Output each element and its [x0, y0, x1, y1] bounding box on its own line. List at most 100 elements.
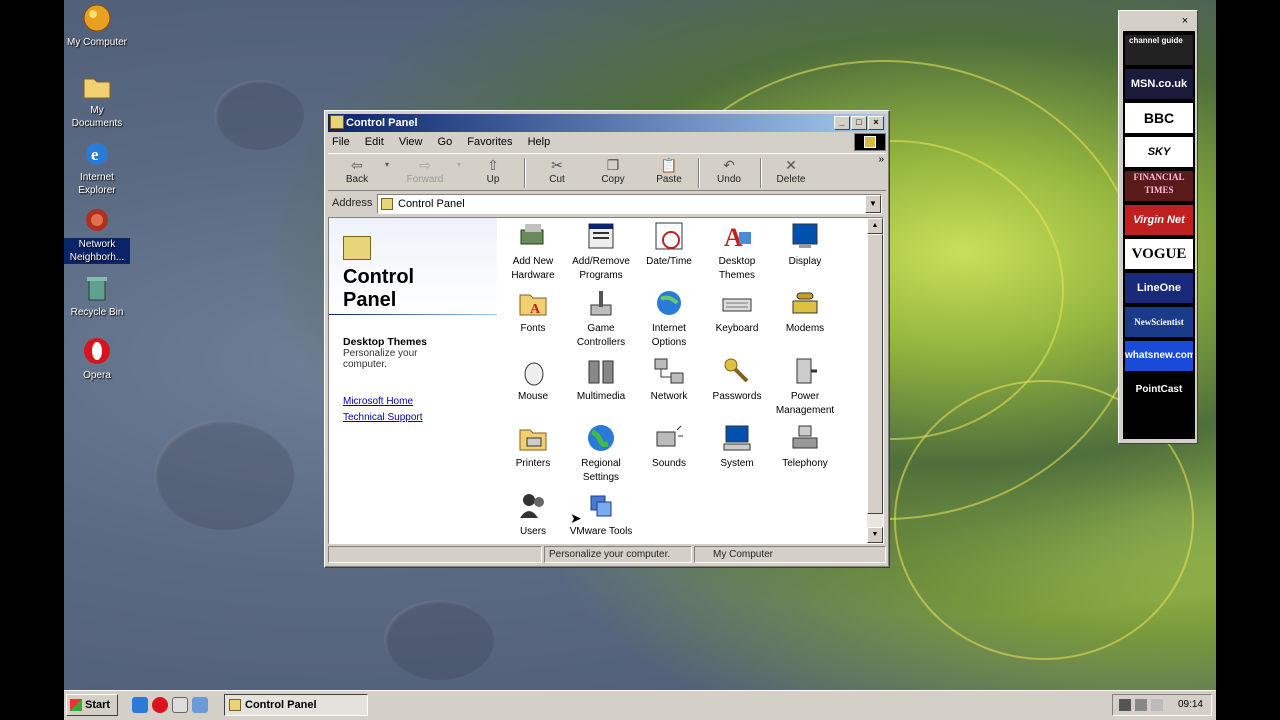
channel-label: NewScientist — [1134, 317, 1184, 327]
channel-whatsnew[interactable]: whatsnew.com — [1125, 341, 1193, 371]
cut-button[interactable]: ✂ Cut — [530, 156, 584, 185]
title-bar[interactable]: Control Panel _ □ × — [328, 114, 886, 132]
item-modems[interactable]: Modems — [771, 285, 839, 336]
item-date-time[interactable]: Date/Time — [635, 218, 703, 269]
toolbar-overflow-chevron[interactable]: » — [878, 154, 884, 165]
item-label: Multimedia — [576, 391, 626, 402]
menu-edit[interactable]: Edit — [365, 136, 384, 148]
quicklaunch-show-desktop-icon[interactable] — [172, 697, 188, 713]
address-field[interactable]: Control Panel ▼ — [377, 194, 882, 214]
channel-bar-close-icon[interactable]: × — [1179, 15, 1191, 27]
desktop-icon-network-neighborhood[interactable]: Network Neighborh... — [64, 204, 130, 264]
undo-button[interactable]: ↶ Undo — [702, 156, 756, 185]
mouse-icon — [517, 355, 549, 387]
item-network[interactable]: Network — [635, 353, 703, 404]
item-sounds[interactable]: Sounds — [635, 420, 703, 471]
item-fonts[interactable]: A Fonts — [499, 285, 567, 336]
add-hardware-icon — [517, 220, 549, 252]
close-button[interactable]: × — [868, 116, 884, 130]
channel-lineone[interactable]: LineOne — [1125, 273, 1193, 303]
channel-sky[interactable]: SKY — [1125, 137, 1193, 167]
item-game-controllers[interactable]: Game Controllers — [567, 285, 635, 349]
recycle-bin-icon — [81, 272, 113, 304]
forward-label: Forward — [406, 174, 444, 185]
desktop-icon-label: My Computer — [66, 37, 127, 48]
item-telephony[interactable]: Telephony — [771, 420, 839, 471]
item-multimedia[interactable]: Multimedia — [567, 353, 635, 404]
item-users[interactable]: Users — [499, 488, 567, 539]
menu-file[interactable]: File — [332, 136, 350, 148]
channel-msn[interactable]: MSN.co.uk — [1125, 69, 1193, 99]
menu-go[interactable]: Go — [438, 136, 453, 148]
vertical-scrollbar[interactable]: ▲ ▼ — [867, 218, 883, 543]
desktop-icon-internet-explorer[interactable]: e Internet Explorer — [64, 137, 130, 197]
folder-view: Control Panel Desktop Themes Personalize… — [328, 217, 884, 544]
forward-button[interactable]: ⇨ Forward — [398, 156, 452, 185]
channel-virgin-net[interactable]: Virgin Net — [1125, 205, 1193, 235]
item-add-new-hardware[interactable]: Add New Hardware — [499, 218, 567, 282]
item-label: Mouse — [517, 391, 548, 402]
item-label: Game Controllers — [576, 323, 626, 348]
item-printers[interactable]: Printers — [499, 420, 567, 471]
maximize-button[interactable]: □ — [851, 116, 867, 130]
start-button[interactable]: Start — [66, 694, 118, 716]
menu-help[interactable]: Help — [528, 136, 551, 148]
item-keyboard[interactable]: Keyboard — [703, 285, 771, 336]
forward-history-dropdown[interactable]: ▾ — [452, 156, 466, 174]
tray-network-icon[interactable] — [1119, 699, 1131, 711]
taskbar-button-control-panel[interactable]: Control Panel — [224, 694, 368, 716]
menu-favorites[interactable]: Favorites — [467, 136, 512, 148]
back-button[interactable]: ⇦ Back — [330, 156, 384, 185]
copy-button[interactable]: ❐ Copy — [586, 156, 640, 185]
item-internet-options[interactable]: Internet Options — [635, 285, 703, 349]
channel-label: LineOne — [1136, 282, 1181, 294]
back-history-dropdown[interactable]: ▾ — [380, 156, 394, 174]
item-label: Fonts — [520, 323, 546, 334]
channel-bbc[interactable]: BBC — [1125, 103, 1193, 133]
scroll-down-button[interactable]: ▼ — [867, 527, 883, 543]
internet-explorer-icon: e — [81, 137, 113, 169]
technical-support-link[interactable]: Technical Support — [343, 412, 423, 423]
channel-new-scientist[interactable]: NewScientist — [1125, 307, 1193, 337]
quicklaunch-opera-icon[interactable] — [152, 697, 168, 713]
desktop-icon-recycle-bin[interactable]: Recycle Bin — [64, 272, 130, 319]
clock[interactable]: 09:14 — [1178, 699, 1203, 710]
item-regional-settings[interactable]: Regional Settings — [567, 420, 635, 484]
desktop-icon-opera[interactable]: Opera — [64, 335, 130, 382]
scroll-thumb[interactable] — [867, 234, 883, 514]
item-mouse[interactable]: Mouse — [499, 353, 567, 404]
up-button[interactable]: ⇧ Up — [466, 156, 520, 185]
item-passwords[interactable]: Passwords — [703, 353, 771, 404]
minimize-button[interactable]: _ — [834, 116, 850, 130]
pane-heading: Control Panel — [343, 266, 415, 311]
item-power-management[interactable]: Power Management — [771, 353, 839, 417]
address-dropdown-button[interactable]: ▼ — [865, 195, 881, 213]
desktop-icon-my-computer[interactable]: My Computer — [64, 2, 130, 49]
item-system[interactable]: System — [703, 420, 771, 471]
item-desktop-themes[interactable]: A Desktop Themes — [703, 218, 771, 282]
channel-guide[interactable]: channel guide — [1125, 35, 1193, 65]
quicklaunch-channels-icon[interactable] — [192, 697, 208, 713]
scroll-up-button[interactable]: ▲ — [867, 218, 883, 234]
opera-icon — [81, 335, 113, 367]
desktop-icon-my-documents[interactable]: My Documents — [64, 70, 130, 130]
item-label: Display — [788, 256, 822, 267]
item-add-remove-programs[interactable]: Add/Remove Programs — [567, 218, 635, 282]
channel-financial-times[interactable]: FINANCIAL TIMES — [1125, 171, 1193, 201]
item-display[interactable]: Display — [771, 218, 839, 269]
menu-view[interactable]: View — [399, 136, 423, 148]
quicklaunch-ie-icon[interactable] — [132, 697, 148, 713]
channel-pointcast[interactable]: PointCast — [1125, 375, 1193, 405]
delete-button[interactable]: ✕ Delete — [764, 156, 818, 185]
tray-vmware-icon[interactable] — [1135, 699, 1147, 711]
copy-label: Copy — [601, 174, 625, 185]
printers-icon — [517, 422, 549, 454]
item-label: Network — [650, 391, 688, 402]
item-label: Passwords — [712, 391, 762, 402]
tray-display-icon[interactable] — [1151, 699, 1163, 711]
channel-vogue[interactable]: VOGUE — [1125, 239, 1193, 269]
paste-button[interactable]: 📋 Paste — [642, 156, 696, 185]
scissors-icon: ✂ — [551, 157, 563, 173]
folder-icon — [330, 115, 344, 129]
microsoft-home-link[interactable]: Microsoft Home — [343, 396, 413, 407]
